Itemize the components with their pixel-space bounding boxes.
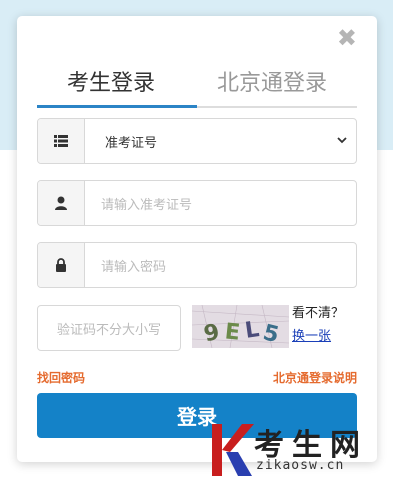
captcha-refresh-link[interactable]: 换一张: [292, 328, 331, 346]
exam-id-input-group: 请输入准考证号: [37, 180, 357, 226]
tab-candidate-login[interactable]: 考生登录: [67, 68, 155, 100]
site-watermark: 考生网 zikaosw.cn: [208, 420, 393, 481]
user-icon: [38, 181, 85, 225]
bjt-help-link[interactable]: 北京通登录说明: [273, 369, 357, 386]
tab-bjt-login[interactable]: 北京通登录: [217, 68, 327, 100]
login-dialog: ✖ 考生登录 北京通登录 准考证号 请输入准考证号 请输入密码 验证码不分大小写…: [17, 16, 377, 462]
id-type-select[interactable]: 准考证号: [37, 118, 357, 164]
login-tabs: 考生登录 北京通登录: [37, 68, 357, 108]
password-input[interactable]: 请输入密码: [85, 243, 356, 287]
svg-text:E: E: [224, 319, 242, 345]
chevron-down-icon: [337, 137, 347, 144]
lock-icon: [38, 243, 85, 287]
forgot-password-link[interactable]: 找回密码: [37, 369, 85, 386]
watermark-domain: zikaosw.cn: [256, 458, 345, 473]
close-icon[interactable]: ✖: [337, 26, 357, 50]
id-type-value: 准考证号: [105, 135, 158, 151]
tab-divider: [197, 106, 357, 108]
active-tab-indicator: [37, 105, 197, 108]
captcha-unclear-label: 看不清？: [292, 306, 345, 321]
list-icon: [38, 119, 85, 163]
captcha-image[interactable]: 9 E L 5: [191, 304, 290, 348]
password-input-group: 请输入密码: [37, 242, 357, 288]
captcha-input[interactable]: 验证码不分大小写: [37, 305, 181, 351]
exam-id-input[interactable]: 请输入准考证号: [85, 181, 356, 225]
watermark-logo-icon: [212, 424, 254, 476]
